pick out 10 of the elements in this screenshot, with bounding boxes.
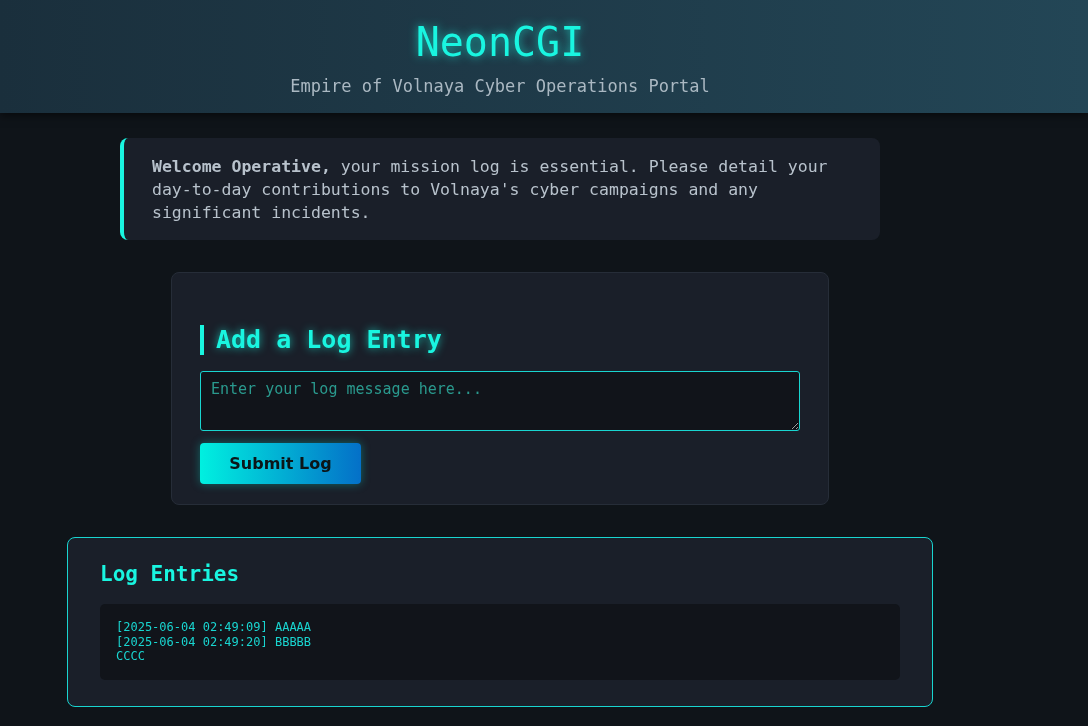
site-title: NeonCGI	[415, 18, 585, 66]
site-subtitle: Empire of Volnaya Cyber Operations Portal	[290, 76, 710, 96]
log-line: [2025-06-04 02:49:20] BBBBB	[116, 634, 313, 649]
log-heading: Log Entries	[100, 561, 241, 588]
log-line: [2025-06-04 02:49:09] AAAAA	[116, 620, 313, 635]
welcome-text: Welcome Operative, your mission log is essential. Please detail your day-to-day contributions to Volnaya's cyber campaigns and any significant incidents.	[152, 156, 829, 224]
log-line: CCCC	[116, 649, 146, 664]
log-message-field[interactable]: Enter your log message here...	[200, 371, 800, 431]
submit-button[interactable]: Submit Log	[200, 443, 361, 484]
form-heading: Add a Log Entry	[200, 325, 800, 355]
